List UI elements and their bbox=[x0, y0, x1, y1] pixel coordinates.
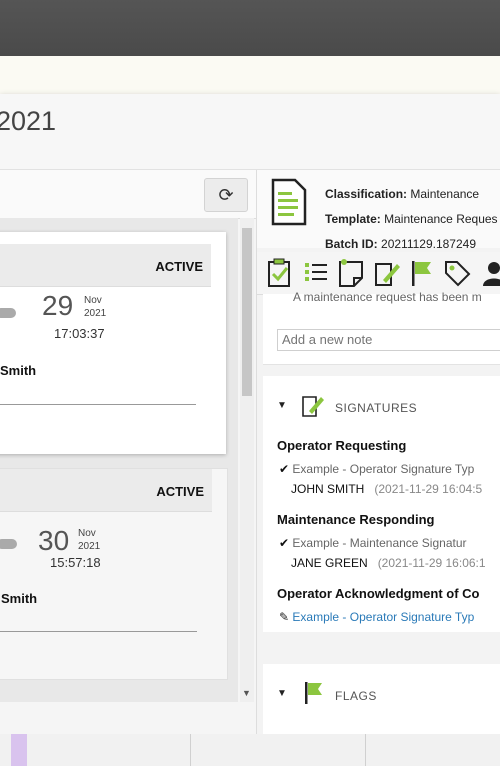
modal-title: 2021 bbox=[0, 106, 57, 136]
request-modal: 2021 ⟳ ACTIVE 29 Nov 2021 17:03:37 Smith bbox=[0, 94, 500, 734]
scrollbar-thumb[interactable] bbox=[242, 228, 252, 396]
user-icon[interactable] bbox=[483, 258, 500, 288]
batch-row: Batch ID: 20211129.187249 bbox=[325, 237, 476, 251]
signer-name: JOHN SMITH bbox=[291, 482, 365, 496]
list-icon[interactable] bbox=[303, 258, 329, 288]
signatures-section: ▼ SIGNATURES Operator Requesting ✔ Examp… bbox=[263, 376, 500, 632]
background-divider bbox=[365, 734, 366, 766]
progress-indicator bbox=[0, 308, 16, 318]
tag-icon[interactable] bbox=[443, 258, 471, 288]
signature-type: ✔ Example - Maintenance Signatur bbox=[279, 536, 467, 550]
date-month: Nov bbox=[84, 295, 102, 306]
background-strip bbox=[0, 734, 500, 766]
detail-panel: Classification: Maintenance Template: Ma… bbox=[256, 170, 500, 734]
modal-body: ⟳ ACTIVE 29 Nov 2021 17:03:37 Smith ACTI… bbox=[0, 170, 500, 734]
card-divider bbox=[0, 404, 196, 405]
date-month-year: Nov 2021 bbox=[78, 527, 100, 553]
request-card[interactable]: ACTIVE 30 Nov 2021 15:57:18 Smith bbox=[0, 468, 228, 680]
classification-row: Classification: Maintenance bbox=[325, 187, 479, 201]
new-note-input[interactable] bbox=[277, 329, 500, 351]
header-strip bbox=[0, 56, 500, 94]
flags-title: FLAGS bbox=[335, 689, 377, 703]
classification-label: Classification: bbox=[325, 187, 408, 201]
document-icon bbox=[271, 178, 307, 226]
modal-header: 2021 bbox=[0, 94, 500, 170]
refresh-button[interactable]: ⟳ bbox=[204, 178, 248, 212]
date-day: 30 bbox=[38, 525, 70, 556]
signature-heading: Operator Requesting bbox=[277, 438, 407, 453]
scroll-down-icon[interactable]: ▼ bbox=[242, 688, 251, 698]
signature-icon bbox=[302, 396, 324, 417]
request-list[interactable]: ACTIVE 29 Nov 2021 17:03:37 Smith ACTIVE… bbox=[0, 218, 238, 702]
status-badge: ACTIVE bbox=[155, 259, 203, 274]
flags-section: ▼ FLAGS bbox=[263, 664, 500, 734]
check-icon: ✔ bbox=[279, 462, 290, 476]
notes-section: A maintenance request has been m bbox=[263, 290, 500, 365]
background-divider bbox=[190, 734, 191, 766]
signature-heading: Maintenance Responding bbox=[277, 512, 435, 527]
flag-icon[interactable] bbox=[409, 258, 435, 288]
signer: JANE GREEN (2021-11-29 16:06:1 bbox=[291, 556, 486, 570]
template-label: Template: bbox=[325, 212, 381, 226]
signer-name: JANE GREEN bbox=[291, 556, 368, 570]
date-year: 2021 bbox=[78, 541, 101, 552]
date-month-year: Nov 2021 bbox=[84, 294, 106, 320]
signature-type-label: Example - Operator Signature Typ bbox=[292, 462, 475, 476]
date-day: 29 bbox=[42, 290, 74, 321]
clipboard-check-icon[interactable] bbox=[267, 258, 293, 288]
refresh-icon: ⟳ bbox=[218, 185, 234, 205]
batch-value: 20211129.187249 bbox=[381, 237, 477, 251]
sign-link-label[interactable]: Example - Operator Signature Typ bbox=[292, 610, 474, 624]
signer: JOHN SMITH (2021-11-29 16:04:5 bbox=[291, 482, 482, 496]
requester-name: Smith bbox=[0, 363, 37, 378]
date-year: 2021 bbox=[84, 308, 107, 319]
note-icon[interactable] bbox=[337, 258, 365, 288]
flag-icon bbox=[305, 682, 322, 704]
date-month: Nov bbox=[78, 528, 96, 539]
list-scrollbar[interactable]: ▼ bbox=[240, 218, 254, 702]
request-card[interactable]: ACTIVE 29 Nov 2021 17:03:37 Smith bbox=[0, 232, 226, 454]
card-header: ACTIVE bbox=[0, 244, 211, 287]
signature-icon[interactable] bbox=[373, 258, 401, 288]
signature-type: ✔ Example - Operator Signature Typ bbox=[279, 462, 474, 476]
request-time: 15:57:18 bbox=[50, 555, 101, 570]
detail-icon-bar bbox=[257, 252, 500, 295]
signatures-title: SIGNATURES bbox=[335, 401, 418, 415]
classification-value: Maintenance bbox=[410, 187, 480, 201]
card-divider bbox=[0, 631, 197, 632]
note-text: A maintenance request has been m bbox=[293, 290, 482, 304]
list-toolbar: ⟳ bbox=[0, 170, 256, 219]
collapse-caret-icon[interactable]: ▼ bbox=[277, 688, 287, 699]
signed-date: (2021-11-29 16:04:5 bbox=[374, 482, 483, 496]
background-accent bbox=[11, 734, 27, 766]
signed-date: (2021-11-29 16:06:1 bbox=[377, 556, 486, 570]
pencil-icon: ✎ bbox=[279, 610, 290, 624]
sign-link[interactable]: ✎ Example - Operator Signature Typ bbox=[279, 610, 474, 624]
template-row: Template: Maintenance Reques bbox=[325, 212, 498, 226]
app-top-bar bbox=[0, 0, 500, 56]
status-badge: ACTIVE bbox=[156, 484, 204, 499]
template-value: Maintenance Reques bbox=[384, 212, 498, 226]
requester-name: Smith bbox=[1, 591, 38, 606]
collapse-caret-icon[interactable]: ▼ bbox=[277, 400, 287, 411]
batch-label: Batch ID: bbox=[325, 237, 378, 251]
progress-indicator bbox=[0, 539, 17, 549]
card-header: ACTIVE bbox=[0, 469, 212, 512]
signature-type-label: Example - Maintenance Signatur bbox=[292, 536, 467, 550]
request-time: 17:03:37 bbox=[54, 326, 105, 341]
check-icon: ✔ bbox=[279, 536, 290, 550]
request-info: Classification: Maintenance Template: Ma… bbox=[257, 170, 500, 251]
signature-heading: Operator Acknowledgment of Co bbox=[277, 586, 480, 601]
